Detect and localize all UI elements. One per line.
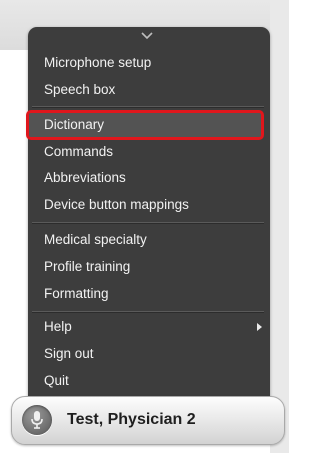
- menu-item-help[interactable]: Help: [44, 318, 72, 336]
- context-menu: Microphone setup Speech box Dictionary C…: [26, 27, 270, 405]
- microphone-button[interactable]: [22, 405, 52, 435]
- menu-item-microphone-setup[interactable]: Microphone setup: [44, 54, 151, 72]
- chevron-down-icon[interactable]: [140, 31, 154, 41]
- window-edge: [270, 0, 289, 453]
- menu-item-medical-specialty[interactable]: Medical specialty: [44, 231, 147, 249]
- app-stage: Microphone setup Speech box Dictionary C…: [0, 0, 289, 453]
- user-name: Test, Physician 2: [67, 411, 196, 428]
- microphone-icon: [31, 411, 43, 429]
- chevron-right-icon: [257, 323, 262, 331]
- menu-item-sign-out[interactable]: Sign out: [44, 345, 94, 363]
- menu-separator: [32, 106, 264, 108]
- menu-item-abbreviations[interactable]: Abbreviations: [44, 169, 126, 187]
- menu-separator: [32, 222, 264, 224]
- menu-item-formatting[interactable]: Formatting: [44, 285, 109, 303]
- menu-item-dictionary[interactable]: Dictionary: [26, 110, 264, 140]
- menu-item-profile-training[interactable]: Profile training: [44, 258, 130, 276]
- menu-item-device-button-mappings[interactable]: Device button mappings: [44, 196, 189, 214]
- menu-item-commands[interactable]: Commands: [44, 143, 113, 161]
- menu-item-speech-box[interactable]: Speech box: [44, 81, 115, 99]
- user-bar[interactable]: Test, Physician 2: [11, 396, 285, 445]
- menu-separator: [32, 311, 264, 313]
- menu-item-quit[interactable]: Quit: [44, 372, 69, 390]
